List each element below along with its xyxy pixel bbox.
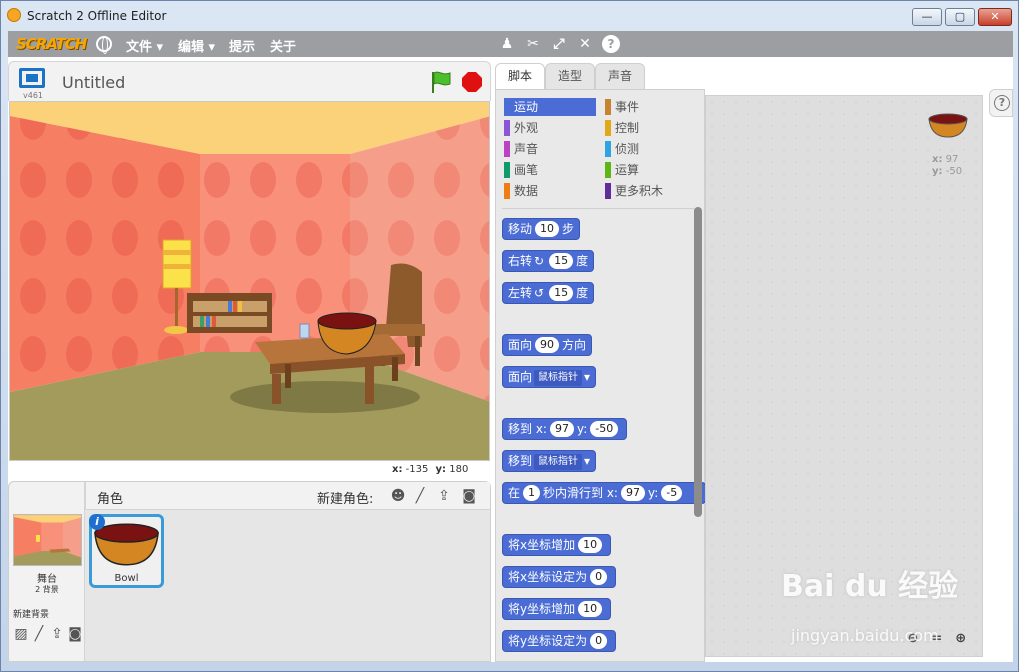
shrink-icon[interactable]: ✕	[576, 35, 594, 53]
category-events[interactable]: 事件	[605, 98, 639, 116]
menu-edit[interactable]: 编辑 ▾	[178, 36, 215, 55]
block-glide[interactable]: 在 1 秒内滑行到 x: 97 y: -5	[502, 482, 706, 504]
category-more-blocks[interactable]: 更多积木	[605, 182, 663, 200]
project-title[interactable]: Untitled	[62, 73, 125, 92]
stage-canvas[interactable]	[9, 101, 490, 461]
bowl-sprite-image	[94, 523, 159, 566]
language-globe-icon[interactable]	[96, 36, 112, 54]
paint-sprite-icon[interactable]: ╱	[411, 487, 429, 505]
block-turn-right[interactable]: 右转 ↻ 15 度	[502, 250, 595, 272]
tab-costumes[interactable]: 造型	[545, 63, 595, 89]
block-turn-left[interactable]: 左转 ↺ 15 度	[502, 282, 595, 304]
stage-thumbnail-image	[14, 515, 81, 565]
sprite-library-pane: 舞台 2 背景 新建背景 ▨ ╱ ⇪ ◙ 角色 新建角色: ☻ ╱ ⇪ ◙ i …	[8, 481, 491, 662]
new-backdrop-label: 新建背景	[13, 610, 50, 620]
block-point-direction[interactable]: 面向 90 方向	[502, 334, 593, 356]
block-change-x[interactable]: 将x坐标增加 10	[502, 534, 612, 556]
category-looks[interactable]: 外观	[504, 119, 538, 137]
block-set-y[interactable]: 将y坐标设定为 0	[502, 630, 617, 652]
dropdown-arrow-icon: ▾	[584, 454, 591, 468]
mouse-coords: x: -135 y: 180	[392, 464, 469, 475]
help-tab[interactable]: ?	[989, 89, 1013, 117]
palette-scrollbar[interactable]	[694, 207, 702, 517]
sprite-tile-bowl[interactable]: i Bowl	[89, 514, 164, 588]
app-window: Scratch 2 Offline Editor — ▢ ✕ SCRATCH 文…	[0, 0, 1019, 672]
block-point-towards[interactable]: 面向 鼠标指针 ▾	[502, 366, 597, 388]
presentation-mode-icon[interactable]	[19, 68, 45, 88]
camera-backdrop-icon[interactable]: ◙	[66, 625, 84, 643]
tab-sounds[interactable]: 声音	[595, 63, 645, 89]
maximize-button[interactable]: ▢	[945, 8, 975, 26]
sprites-label: 角色	[97, 492, 124, 507]
minimize-button[interactable]: —	[912, 8, 942, 26]
scratch-cat-icon	[7, 8, 21, 22]
menu-tips[interactable]: 提示	[229, 36, 255, 55]
tab-scripts[interactable]: 脚本	[495, 63, 545, 90]
sprite-library-icon[interactable]: ☻	[389, 487, 407, 505]
info-icon[interactable]: i	[89, 514, 105, 530]
menu-file[interactable]: 文件 ▾	[126, 36, 163, 55]
palette-divider	[502, 208, 694, 209]
block-goto[interactable]: 移到 鼠标指针 ▾	[502, 450, 597, 472]
current-sprite-thumbnail	[928, 113, 968, 138]
sprite-y: -50	[945, 166, 963, 177]
stop-sign-icon[interactable]	[462, 72, 482, 92]
stage-header: v461 Untitled	[8, 61, 491, 101]
stage-column: 舞台 2 背景 新建背景 ▨ ╱ ⇪ ◙	[9, 482, 85, 661]
stage-name: 舞台	[37, 574, 57, 585]
category-sound[interactable]: 声音	[504, 140, 538, 158]
turn-right-icon: ↻	[534, 254, 545, 268]
version-label: v461	[23, 91, 44, 100]
block-change-y[interactable]: 将y坐标增加 10	[502, 598, 612, 620]
mouse-x: -135	[405, 464, 429, 475]
mouse-y: 180	[449, 464, 469, 475]
paint-backdrop-icon[interactable]: ╱	[30, 625, 48, 643]
sprite-x: 97	[945, 154, 959, 165]
stage-thumbnail[interactable]	[13, 514, 82, 566]
category-motion[interactable]: 运动	[504, 98, 596, 116]
dropdown-arrow-icon: ▾	[584, 370, 591, 384]
upload-backdrop-icon[interactable]: ⇪	[48, 625, 66, 643]
category-operators[interactable]: 运算	[605, 161, 639, 179]
title-bar: Scratch 2 Offline Editor — ▢ ✕	[1, 1, 1018, 31]
block-set-x[interactable]: 将x坐标设定为 0	[502, 566, 617, 588]
cut-icon[interactable]: ✂	[524, 35, 542, 53]
help-icon[interactable]: ?	[602, 35, 620, 53]
green-flag-icon[interactable]	[430, 70, 452, 94]
category-control[interactable]: 控制	[605, 119, 639, 137]
grow-icon[interactable]: ⤢	[550, 35, 568, 53]
category-sensing[interactable]: 侦测	[605, 140, 639, 158]
sprite-name: Bowl	[114, 573, 139, 584]
stage-backdrop-count: 2 背景	[35, 585, 59, 594]
category-data[interactable]: 数据	[504, 182, 538, 200]
upload-sprite-icon[interactable]: ⇪	[435, 487, 453, 505]
sprite-header: 角色 新建角色: ☻ ╱ ⇪ ◙	[85, 482, 490, 510]
room-backdrop	[10, 102, 489, 460]
block-palette: 运动 外观 声音 画笔 数据 事件 控制 侦测 运算 更多积木 移动 10 步 右转…	[495, 89, 706, 662]
backdrop-library-icon[interactable]: ▨	[12, 625, 30, 643]
menu-bar: SCRATCH 文件 ▾ 编辑 ▾ 提示 关于 ♟ ✂ ⤢ ✕ ?	[8, 31, 1013, 57]
sprite-coords: x: 97 y: -50	[932, 154, 963, 177]
menu-about[interactable]: 关于	[270, 36, 296, 55]
baidu-watermark-url: jingyan.baidu.com	[791, 626, 939, 645]
new-sprite-label: 新建角色:	[317, 492, 374, 507]
question-icon: ?	[994, 95, 1010, 111]
block-goto-xy[interactable]: 移到 x: 97 y: -50	[502, 418, 628, 440]
camera-sprite-icon[interactable]: ◙	[460, 487, 478, 505]
turn-left-icon: ↺	[534, 286, 545, 300]
baidu-watermark-logo: Bai du 经验	[781, 569, 959, 604]
close-button[interactable]: ✕	[978, 8, 1012, 26]
zoom-in-icon[interactable]: ⊕	[951, 630, 971, 648]
category-pen[interactable]: 画笔	[504, 161, 538, 179]
scratch-logo[interactable]: SCRATCH	[13, 34, 89, 54]
window-title: Scratch 2 Offline Editor	[27, 9, 167, 23]
stamp-icon[interactable]: ♟	[498, 35, 516, 53]
block-move[interactable]: 移动 10 步	[502, 218, 581, 240]
